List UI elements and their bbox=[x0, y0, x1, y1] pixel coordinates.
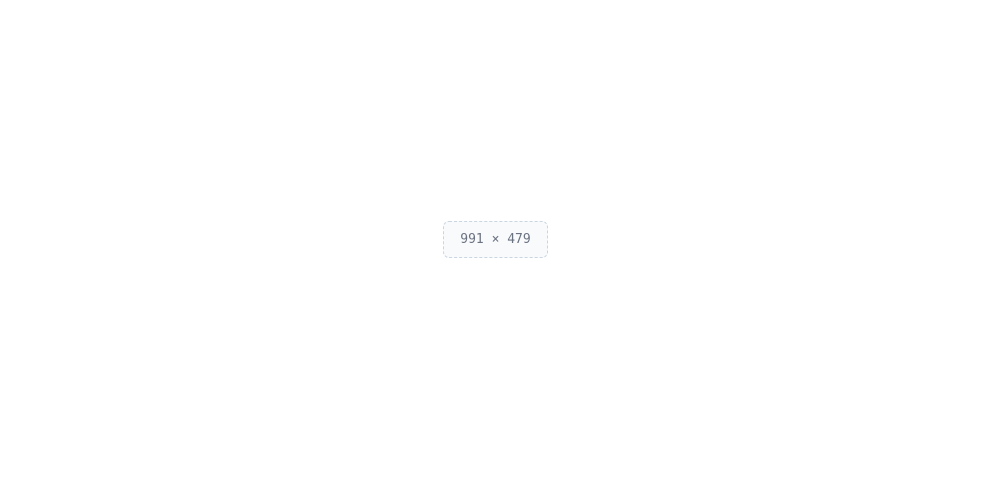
placeholder-frame: 991 × 479 bbox=[0, 0, 991, 479]
placeholder-message: 991 × 479 bbox=[443, 221, 548, 258]
